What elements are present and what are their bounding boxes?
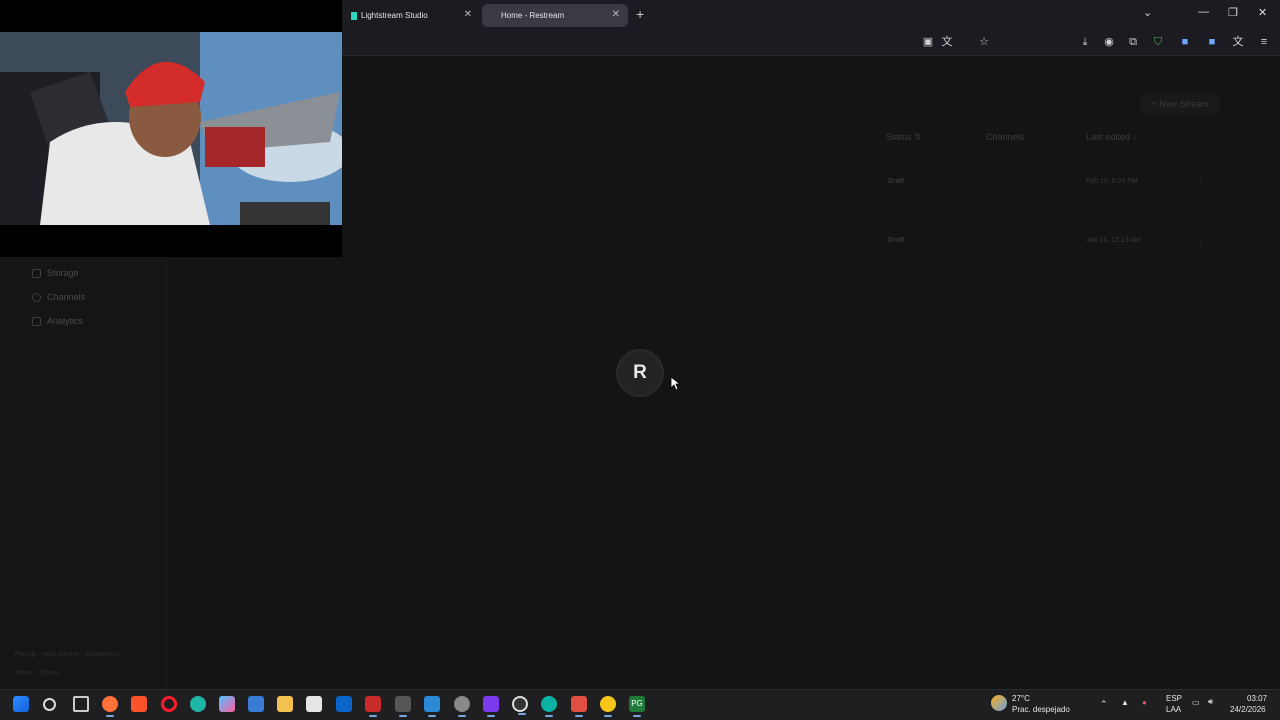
extensions-icon[interactable]: ⧉	[1126, 35, 1140, 49]
tab-lightstream-studio[interactable]: Lightstream Studio ✕	[342, 4, 480, 27]
storage-icon	[32, 268, 41, 278]
sidebar-item-label: Analytics	[47, 316, 84, 326]
file-explorer-icon[interactable]	[277, 696, 293, 712]
bookmark-star-icon[interactable]: ☆	[977, 35, 991, 49]
webcam-feed-image	[0, 32, 342, 225]
column-header-status[interactable]: Status ⇅	[886, 132, 922, 143]
tray-chevron-up-icon[interactable]: ⌃	[1100, 699, 1108, 710]
row-last-edited: Feb 10, 5:24 PM	[1086, 178, 1138, 185]
new-tab-button[interactable]: +	[636, 6, 644, 22]
network-icon[interactable]: ▭	[1192, 698, 1200, 707]
channels-icon	[32, 292, 41, 302]
clock-date[interactable]: 24/2/2026	[1230, 705, 1266, 714]
translate-icon[interactable]: 文	[940, 35, 954, 49]
language-bottom[interactable]: LAA	[1166, 705, 1181, 714]
sidebar-item-label: Storage	[47, 268, 79, 278]
loader-letter: R	[633, 362, 647, 383]
analytics-icon	[32, 316, 41, 326]
app-pg-icon[interactable]: PG	[629, 696, 645, 717]
app-plane-icon[interactable]	[395, 696, 411, 717]
weather-icon[interactable]	[991, 695, 1007, 711]
restream-loading-logo: R	[618, 351, 662, 395]
outlook-icon[interactable]	[336, 696, 352, 712]
firefox-icon[interactable]	[102, 696, 118, 717]
app-globe-icon[interactable]	[541, 696, 557, 717]
store-icon[interactable]	[306, 696, 322, 712]
weather-description[interactable]: Prac. despejado	[1012, 705, 1070, 714]
lightstream-favicon-icon	[351, 11, 357, 20]
tab-list-chevron-down-icon[interactable]: ⌄	[1143, 6, 1152, 19]
edge-icon[interactable]	[190, 696, 206, 712]
column-header-channels: Channels	[986, 132, 1025, 142]
sidebar-item-storage[interactable]: Storage	[32, 268, 79, 278]
webcam-overlay	[0, 0, 342, 257]
sidebar-footer-links-2[interactable]: Terms · Status	[14, 670, 59, 677]
sidebar-footer-links[interactable]: Pricing · Help Centre · Changelog	[14, 651, 119, 658]
menu-icon[interactable]: ≡	[1257, 35, 1271, 49]
language-top[interactable]: ESP	[1166, 694, 1182, 703]
opera-icon[interactable]	[161, 696, 177, 712]
obs-icon[interactable]	[512, 696, 528, 715]
sidebar-item-label: Channels	[47, 292, 86, 302]
copilot-icon[interactable]	[219, 696, 235, 712]
row-last-edited: Jan 24, 12:13 AM	[1086, 237, 1141, 244]
start-windows-icon[interactable]	[13, 696, 29, 712]
translate-extension-icon-2[interactable]: 文	[1231, 35, 1245, 49]
app-gear-icon[interactable]	[454, 696, 470, 717]
volume-icon[interactable]: 🔊︎	[1208, 697, 1213, 707]
minimize-button[interactable]: —	[1198, 6, 1209, 18]
row-more-icon[interactable]: ⋮	[1196, 177, 1205, 188]
microphone-icon[interactable]: ●	[1142, 698, 1147, 707]
row-status: Draft	[888, 237, 905, 244]
downloads-icon[interactable]: ⤓	[1078, 35, 1092, 49]
close-tab-icon[interactable]: ✕	[612, 9, 620, 20]
tray-app-icon[interactable]: ▲	[1121, 698, 1129, 707]
close-window-button[interactable]: ✕	[1258, 6, 1267, 19]
app-icon[interactable]	[248, 696, 264, 712]
column-header-last-edited[interactable]: Last edited ↓	[1086, 132, 1137, 142]
tab-home-restream[interactable]: Home - Restream ✕	[482, 4, 628, 27]
row-more-icon[interactable]: ⋮	[1196, 236, 1205, 247]
restore-button[interactable]: ❐	[1228, 6, 1238, 19]
task-view-icon[interactable]	[73, 696, 89, 712]
shield-extension-icon[interactable]: ⛉	[1151, 35, 1165, 49]
vivaldi-icon[interactable]	[483, 696, 499, 717]
row-status: Draft	[888, 178, 905, 185]
tab-title: Home - Restream	[501, 11, 565, 20]
screenshot-icon[interactable]: ▣	[921, 35, 935, 49]
tab-title: Lightstream Studio	[361, 11, 428, 20]
weather-temperature[interactable]: 27°C	[1012, 694, 1030, 703]
sidebar-item-channels[interactable]: Channels	[32, 292, 85, 302]
new-stream-button[interactable]: + New Stream	[1140, 93, 1220, 115]
brave-icon[interactable]	[131, 696, 147, 712]
snipping-tool-icon[interactable]	[424, 696, 440, 717]
account-icon[interactable]: ◉	[1102, 35, 1116, 49]
extension-icon[interactable]: ■	[1178, 35, 1192, 49]
search-icon[interactable]	[43, 698, 56, 711]
app-grid-icon[interactable]	[571, 696, 587, 717]
clock-time[interactable]: 03:07	[1247, 694, 1267, 703]
sidebar-item-analytics[interactable]: Analytics	[32, 316, 83, 326]
mouse-cursor-icon	[670, 376, 680, 391]
close-tab-icon[interactable]: ✕	[464, 9, 472, 20]
app-red-icon[interactable]	[365, 696, 381, 717]
translate-extension-icon[interactable]: ■	[1205, 35, 1219, 49]
app-yellow-icon[interactable]	[600, 696, 616, 717]
